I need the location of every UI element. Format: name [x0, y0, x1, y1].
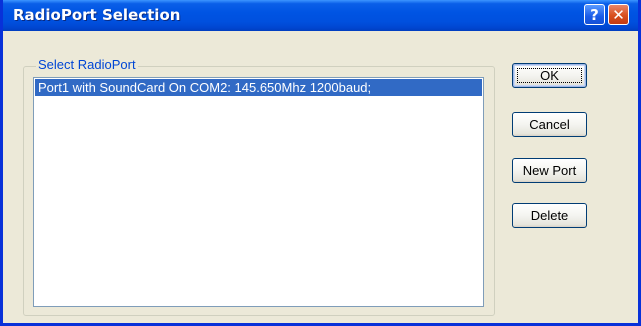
ok-button[interactable]: OK	[512, 63, 587, 88]
title-bar[interactable]: RadioPort Selection ? ✕	[3, 0, 638, 31]
new-port-button-label: New Port	[522, 163, 577, 178]
list-item[interactable]: Port1 with SoundCard On COM2: 145.650Mhz…	[35, 79, 482, 96]
dialog-window: RadioPort Selection ? ✕ Select RadioPort…	[0, 0, 641, 326]
groupbox-label: Select RadioPort	[36, 57, 138, 72]
focus-ring	[517, 68, 582, 83]
close-button[interactable]: ✕	[608, 4, 629, 25]
radioport-listbox[interactable]: Port1 with SoundCard On COM2: 145.650Mhz…	[33, 77, 484, 307]
close-icon: ✕	[612, 5, 625, 24]
question-mark-icon: ?	[590, 5, 599, 24]
help-button[interactable]: ?	[584, 4, 605, 25]
window-title: RadioPort Selection	[13, 6, 181, 24]
delete-button-label: Delete	[530, 208, 569, 223]
delete-button[interactable]: Delete	[512, 203, 587, 228]
new-port-button[interactable]: New Port	[512, 158, 587, 183]
cancel-button[interactable]: Cancel	[512, 112, 587, 137]
cancel-button-label: Cancel	[529, 117, 570, 132]
